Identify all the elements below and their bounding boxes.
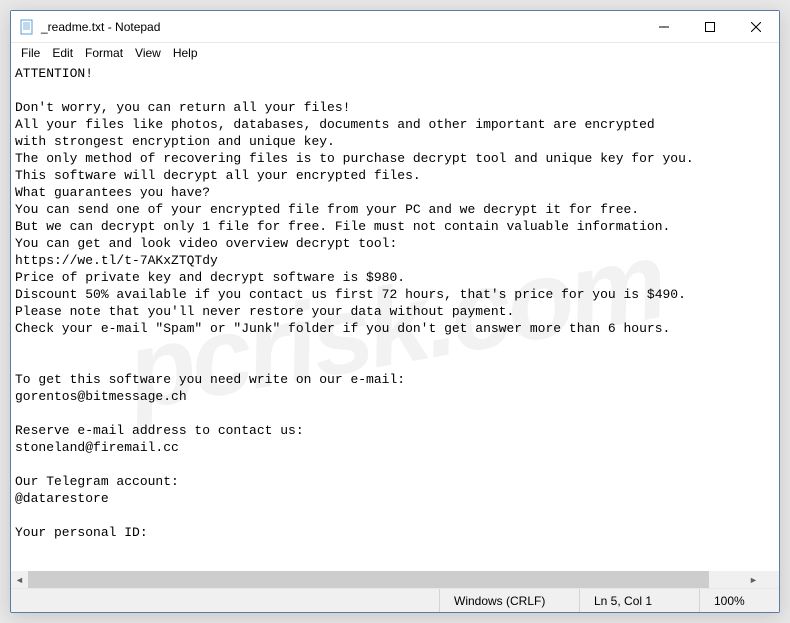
menu-edit[interactable]: Edit bbox=[46, 45, 79, 61]
menu-format[interactable]: Format bbox=[79, 45, 129, 61]
menu-help[interactable]: Help bbox=[167, 45, 204, 61]
window-controls bbox=[641, 11, 779, 42]
editor-area: pcrisk.com ATTENTION! Don't worry, you c… bbox=[11, 63, 779, 588]
notepad-window: _readme.txt - Notepad File Edit Format V… bbox=[10, 10, 780, 613]
status-line-ending: Windows (CRLF) bbox=[439, 589, 579, 612]
scrollbar-track[interactable] bbox=[28, 571, 745, 588]
text-editor[interactable]: ATTENTION! Don't worry, you can return a… bbox=[11, 63, 779, 571]
status-zoom: 100% bbox=[699, 589, 779, 612]
menubar: File Edit Format View Help bbox=[11, 43, 779, 63]
horizontal-scrollbar[interactable]: ◄ ► bbox=[11, 571, 762, 588]
scroll-left-arrow-icon[interactable]: ◄ bbox=[11, 571, 28, 588]
notepad-icon bbox=[19, 19, 35, 35]
scroll-right-arrow-icon[interactable]: ► bbox=[745, 571, 762, 588]
window-title: _readme.txt - Notepad bbox=[41, 20, 641, 34]
menu-view[interactable]: View bbox=[129, 45, 167, 61]
maximize-button[interactable] bbox=[687, 11, 733, 42]
titlebar: _readme.txt - Notepad bbox=[11, 11, 779, 43]
menu-file[interactable]: File bbox=[15, 45, 46, 61]
close-button[interactable] bbox=[733, 11, 779, 42]
scrollbar-thumb[interactable] bbox=[28, 571, 709, 588]
scrollbar-corner bbox=[762, 571, 779, 588]
statusbar: Windows (CRLF) Ln 5, Col 1 100% bbox=[11, 588, 779, 612]
status-cursor-position: Ln 5, Col 1 bbox=[579, 589, 699, 612]
minimize-button[interactable] bbox=[641, 11, 687, 42]
